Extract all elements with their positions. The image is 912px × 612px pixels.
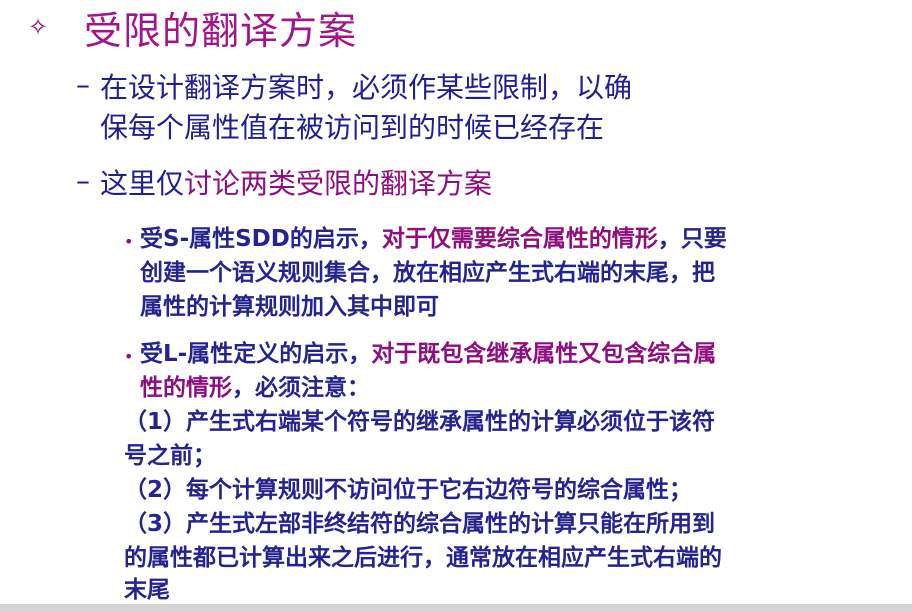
rule-3-line-2: 的属性都已计算出来之后进行，通常放在相应产生式右端的 — [124, 545, 722, 571]
subpoint-1-line-3: 属性的计算规则加入其中即可 — [140, 294, 439, 320]
subpoint-2-lead: 受L-属性定义的启示， — [140, 341, 372, 367]
bottom-bar — [0, 604, 912, 612]
bullet-marker-2: • — [124, 347, 134, 366]
rule-3-line-1: （3）产生式左部非终结符的综合属性的计算只能在所用到 — [124, 511, 716, 537]
subpoint-2-line-2: 性的情形，必须注意： — [140, 374, 370, 403]
slide: ✧ 受限的翻译方案 – 在设计翻译方案时，必须作某些限制，以确 保每个属性值在被… — [0, 0, 912, 612]
subpoint-2-highlight-2: 性的情形 — [140, 375, 232, 401]
subpoint-2-tail: ，必须注意： — [232, 375, 370, 401]
subpoint-1-tail: ，只要 — [657, 226, 727, 252]
point-1-line-1: 在设计翻译方案时，必须作某些限制，以确 — [100, 71, 633, 104]
diamond-outline-icon: ✧ — [28, 13, 49, 41]
point-2-highlight: 讨论两类受限的翻译方案 — [184, 167, 493, 200]
subpoint-2-highlight-1: 对于既包含继承属性又包含综合属 — [371, 341, 717, 367]
rule-3-line-3: 末尾 — [124, 577, 170, 603]
bullet-marker-1: • — [124, 232, 134, 251]
point-2-line: 这里仅讨论两类受限的翻译方案 — [100, 164, 492, 204]
slide-title: 受限的翻译方案 — [84, 8, 358, 53]
dash-marker-2: – — [76, 164, 90, 197]
rule-2-line: （2）每个计算规则不访问位于它右边符号的综合属性； — [124, 477, 693, 503]
point-2-prefix: 这里仅 — [100, 167, 185, 200]
slide-title-row: ✧ 受限的翻译方案 — [28, 4, 357, 53]
subpoint-1-line-2: 创建一个语义规则集合，放在相应产生式右端的末尾，把 — [140, 260, 715, 286]
subpoint-2-line-1: 受L-属性定义的启示，对于既包含继承属性又包含综合属 — [140, 340, 716, 369]
subpoint-1-lead: 受S-属性SDD的启示， — [140, 226, 382, 252]
subpoint-1-line-1: 受S-属性SDD的启示，对于仅需要综合属性的情形，只要 — [140, 225, 727, 254]
rule-1-line-1: （1）产生式右端某个符号的继承属性的计算必须位于该符 — [124, 409, 716, 435]
subpoint-1-highlight: 对于仅需要综合属性的情形 — [381, 226, 658, 252]
point-1-line-2: 保每个属性值在被访问到的时候已经存在 — [100, 111, 605, 144]
dash-marker-1: – — [76, 68, 90, 101]
rule-1-line-2: 号之前； — [124, 443, 216, 469]
